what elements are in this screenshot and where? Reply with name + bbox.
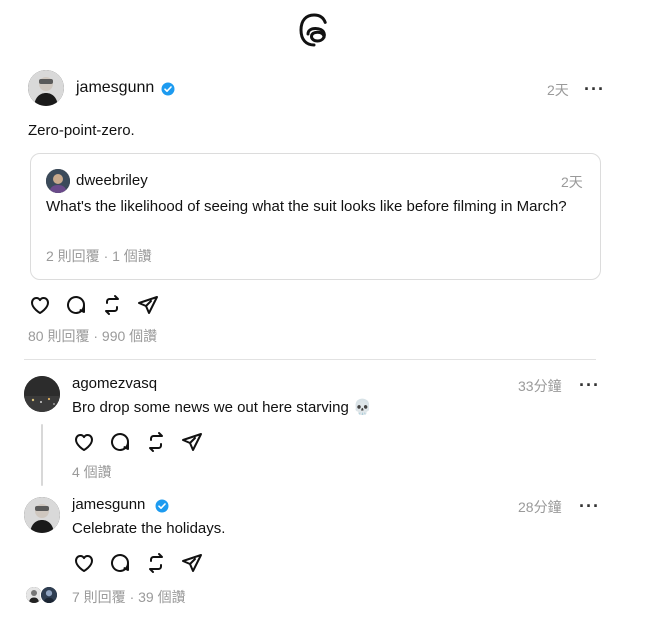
heart-icon[interactable] <box>72 430 96 454</box>
reply-text: Bro drop some news we out here starving … <box>72 399 372 416</box>
reply-text: Celebrate the holidays. <box>72 520 226 537</box>
reply-stats[interactable]: 4 個讚 <box>72 462 112 482</box>
reply-time: 28分鐘 <box>518 499 562 515</box>
more-icon[interactable]: ··· <box>579 497 600 515</box>
quote-stats[interactable]: 2 則回覆 · 1 個讚 <box>46 246 152 266</box>
divider <box>24 359 596 360</box>
reply-username[interactable]: agomezvasq <box>72 375 157 392</box>
post-text: Zero-point-zero. <box>28 122 135 139</box>
quoted-post[interactable]: dweebriley 2天 What's the likelihood of s… <box>30 153 601 280</box>
thread-line <box>41 424 43 486</box>
repost-icon[interactable] <box>144 551 168 575</box>
post-stats[interactable]: 80 則回覆 · 990 個讚 <box>28 326 157 346</box>
comment-icon[interactable] <box>108 551 132 575</box>
reply-actions <box>72 551 204 575</box>
quote-text: What's the likelihood of seeing what the… <box>46 198 567 215</box>
avatar[interactable] <box>28 70 64 106</box>
reply-avatar[interactable] <box>24 497 60 533</box>
repost-icon[interactable] <box>144 430 168 454</box>
comment-icon[interactable] <box>64 293 88 317</box>
verified-badge-icon <box>161 82 175 96</box>
share-icon[interactable] <box>136 293 160 317</box>
reply-actions <box>72 430 204 454</box>
reply-time: 33分鐘 <box>518 378 562 394</box>
quote-avatar[interactable] <box>46 169 70 193</box>
share-icon[interactable] <box>180 551 204 575</box>
heart-icon[interactable] <box>72 551 96 575</box>
more-icon[interactable]: ··· <box>579 376 600 394</box>
more-icon[interactable]: ··· <box>584 80 605 98</box>
verified-badge-icon <box>155 499 169 513</box>
post-username[interactable]: jamesgunn <box>76 79 154 97</box>
repost-icon[interactable] <box>100 293 124 317</box>
heart-icon[interactable] <box>28 293 52 317</box>
reply-stats[interactable]: 7 則回覆 · 39 個讚 <box>72 587 186 607</box>
reply-avatar[interactable] <box>24 376 60 412</box>
quote-time: 2天 <box>561 174 583 190</box>
post-time: 2天 <box>547 82 569 98</box>
replier-avatar <box>40 586 58 604</box>
quote-username[interactable]: dweebriley <box>76 172 148 189</box>
post-actions <box>28 293 160 317</box>
reply-username[interactable]: jamesgunn <box>72 496 145 513</box>
share-icon[interactable] <box>180 430 204 454</box>
comment-icon[interactable] <box>108 430 132 454</box>
threads-logo-icon[interactable] <box>297 12 331 48</box>
